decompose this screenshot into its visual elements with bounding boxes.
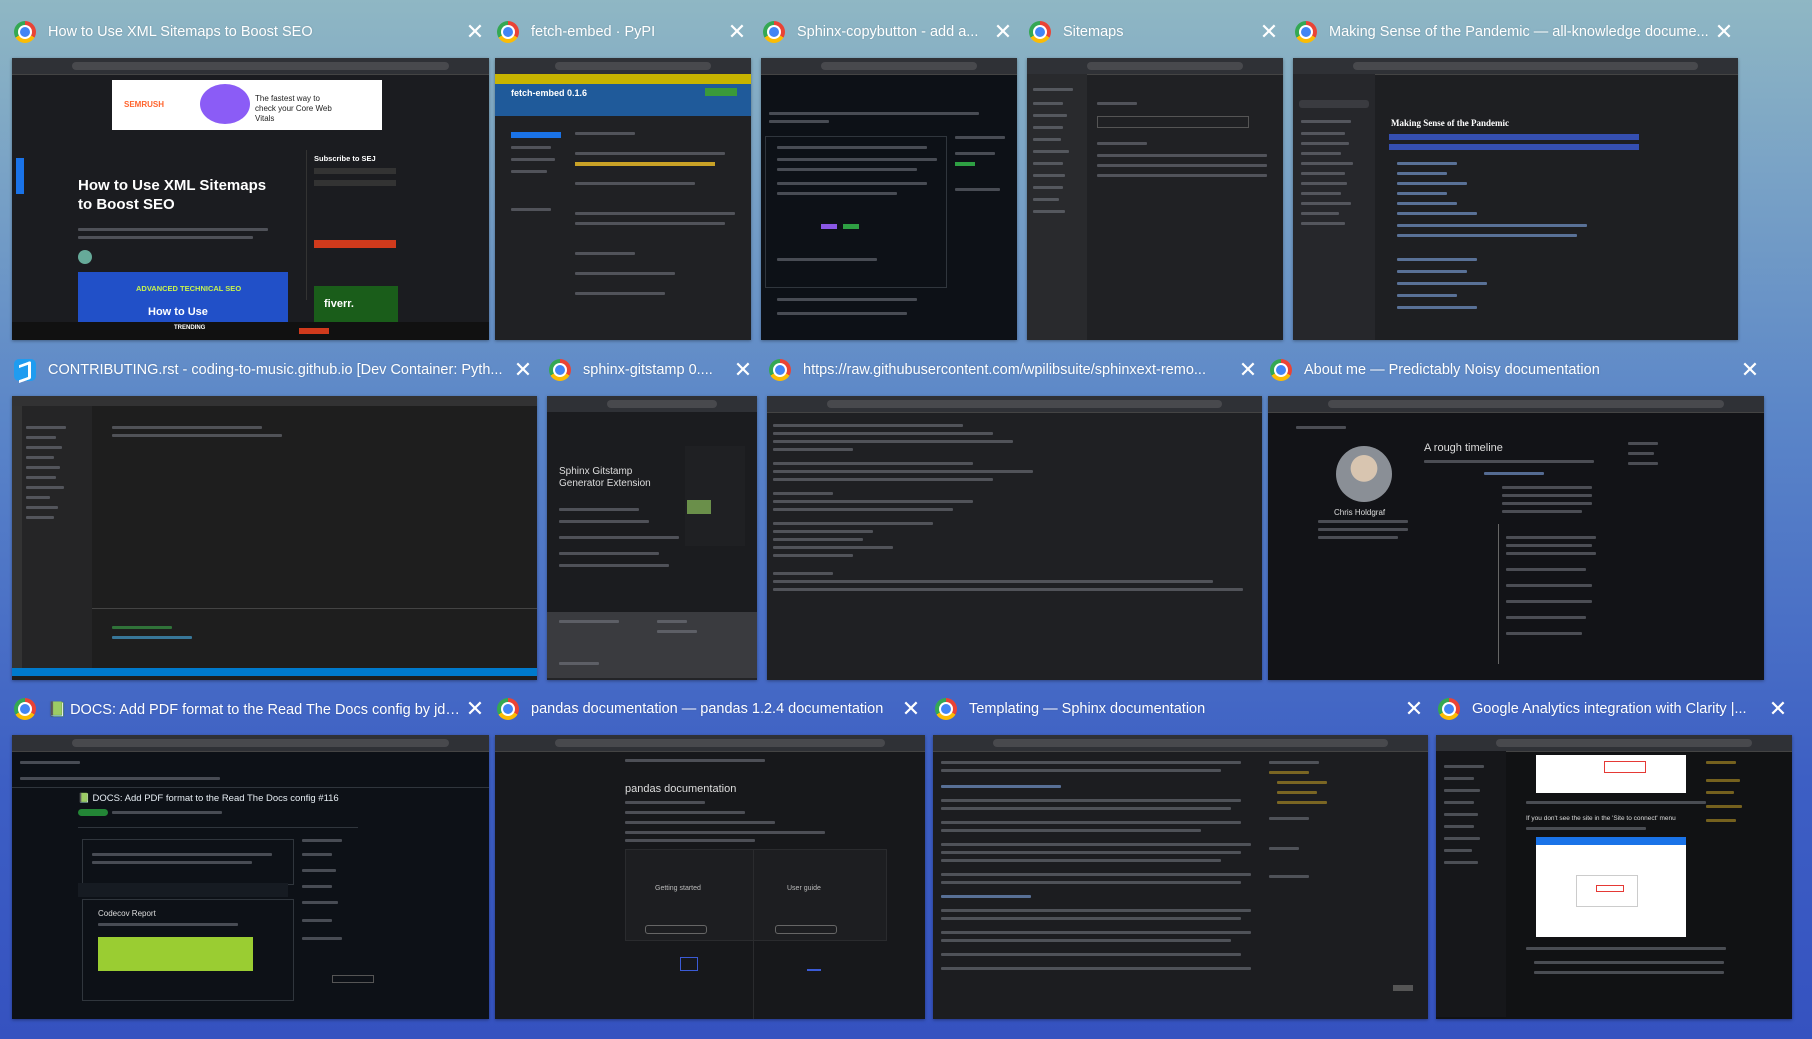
card-title: User guide [787,885,821,892]
window-preview[interactable] [767,396,1262,680]
window-header: sphinx-gitstamp 0.... ✕ [547,352,757,388]
window-header: pandas documentation — pandas 1.2.4 docu… [495,691,925,727]
chrome-icon [1270,359,1292,381]
window-thumbnail[interactable]: How to Use XML Sitemaps to Boost SEO ✕ S… [12,14,489,340]
window-thumbnail[interactable]: Sitemaps ✕ [1027,14,1283,340]
close-icon[interactable]: ✕ [463,697,487,721]
window-preview[interactable]: 📗 DOCS: Add PDF format to the Read The D… [12,735,489,1019]
window-preview[interactable] [1027,58,1283,340]
page-heading: A rough timeline [1424,442,1503,454]
close-icon[interactable]: ✕ [1236,358,1260,382]
ad-logo: SEMRUSH [124,100,165,109]
window-thumbnail[interactable]: 📗 DOCS: Add PDF format to the Read The D… [12,691,489,1019]
window-thumbnail[interactable]: https://raw.githubusercontent.com/wpilib… [767,352,1262,680]
card-title: Getting started [655,885,701,892]
package-title: fetch-embed 0.1.6 [511,88,588,98]
codecov-graph [98,937,253,971]
fiverr-ad: fiverr. [324,298,354,310]
window-thumbnail[interactable]: Templating — Sphinx documentation ✕ [933,691,1428,1019]
close-icon[interactable]: ✕ [463,20,487,44]
window-title: About me — Predictably Noisy documentati… [1304,362,1600,378]
window-preview[interactable]: fetch-embed 0.1.6 [495,58,751,340]
profile-name: Chris Holdgraf [1334,508,1386,517]
window-preview[interactable]: Sphinx Gitstamp Generator Extension [547,396,757,680]
window-thumbnail[interactable]: Making Sense of the Pandemic — all-knowl… [1293,14,1738,340]
window-preview[interactable] [12,396,537,680]
chrome-icon [497,21,519,43]
window-header: Templating — Sphinx documentation ✕ [933,691,1428,727]
page-heading: pandas documentation [625,783,737,795]
close-icon[interactable]: ✕ [1257,20,1281,44]
report-title: Codecov Report [98,909,156,918]
subscribe-heading: Subscribe to SEJ [314,154,376,163]
window-title: CONTRIBUTING.rst - coding-to-music.githu… [48,362,503,378]
page-heading: Sphinx Gitstamp Generator Extension [559,466,651,489]
window-thumbnail[interactable]: fetch-embed · PyPI ✕ fetch-embed 0.1.6 [495,14,751,340]
window-thumbnail[interactable]: sphinx-gitstamp 0.... ✕ Sphinx Gitstamp … [547,352,757,680]
article-banner-title: How to Use [148,306,208,318]
window-title: sphinx-gitstamp 0.... [583,362,713,378]
avatar [1336,446,1392,502]
window-title: Sitemaps [1063,24,1124,40]
window-thumbnail[interactable]: pandas documentation — pandas 1.2.4 docu… [495,691,925,1019]
page-heading: Making Sense of the Pandemic [1391,118,1509,128]
close-icon[interactable]: ✕ [1766,697,1790,721]
chrome-icon [763,21,785,43]
window-header: Making Sense of the Pandemic — all-knowl… [1293,14,1738,50]
window-preview[interactable]: Making Sense of the Pandemic [1293,58,1738,340]
window-thumbnail[interactable]: About me — Predictably Noisy documentati… [1268,352,1764,680]
window-title: How to Use XML Sitemaps to Boost SEO [48,24,313,40]
ad-text: The fastest way to check your Core Web V… [255,94,332,123]
close-icon[interactable]: ✕ [899,697,923,721]
window-title: pandas documentation — pandas 1.2.4 docu… [531,701,884,717]
window-header: 📗 DOCS: Add PDF format to the Read The D… [12,691,489,727]
window-preview[interactable]: SEMRUSH The fastest way to check your Co… [12,58,489,340]
window-preview[interactable] [933,735,1428,1019]
close-icon[interactable]: ✕ [1712,20,1736,44]
trending-label: TRENDING [174,325,206,331]
window-title: Templating — Sphinx documentation [969,701,1206,717]
close-icon[interactable]: ✕ [725,20,749,44]
close-icon[interactable]: ✕ [511,358,535,382]
window-header: How to Use XML Sitemaps to Boost SEO ✕ [12,14,489,50]
window-title: Google Analytics integration with Clarit… [1472,701,1747,717]
window-title: 📗 DOCS: Add PDF format to the Read The D… [48,701,463,718]
window-header: CONTRIBUTING.rst - coding-to-music.githu… [12,352,537,388]
window-thumbnail[interactable]: CONTRIBUTING.rst - coding-to-music.githu… [12,352,537,680]
window-preview[interactable]: pandas documentation Getting started Use… [495,735,925,1019]
vscode-icon [14,359,36,381]
close-icon[interactable]: ✕ [731,358,755,382]
chrome-icon [14,21,36,43]
window-header: https://raw.githubusercontent.com/wpilib… [767,352,1262,388]
close-icon[interactable]: ✕ [1738,358,1762,382]
window-header: fetch-embed · PyPI ✕ [495,14,751,50]
window-header: Sitemaps ✕ [1027,14,1283,50]
window-thumbnail[interactable]: Sphinx-copybutton - add a... ✕ [761,14,1017,340]
close-icon[interactable]: ✕ [1402,697,1426,721]
window-thumbnail[interactable]: Google Analytics integration with Clarit… [1436,691,1792,1019]
window-header: About me — Predictably Noisy documentati… [1268,352,1764,388]
article-banner-text: ADVANCED TECHNICAL SEO [136,284,242,293]
section-heading: If you don't see the site in the 'Site t… [1526,815,1676,822]
close-icon[interactable]: ✕ [991,20,1015,44]
window-title: https://raw.githubusercontent.com/wpilib… [803,362,1206,378]
chrome-icon [14,698,36,720]
chrome-icon [1029,21,1051,43]
pr-title: 📗 DOCS: Add PDF format to the Read The D… [78,793,339,804]
chrome-icon [497,698,519,720]
chrome-icon [935,698,957,720]
window-header: Google Analytics integration with Clarit… [1436,691,1792,727]
chrome-icon [1295,21,1317,43]
window-title: fetch-embed · PyPI [531,24,656,40]
window-preview[interactable] [761,58,1017,340]
article-headline: How to Use XML Sitemaps to Boost SEO [78,177,267,213]
window-title: Sphinx-copybutton - add a... [797,24,979,40]
chrome-icon [549,359,571,381]
chrome-icon [1438,698,1460,720]
window-preview[interactable]: Chris Holdgraf A rough timeline [1268,396,1764,680]
window-title: Making Sense of the Pandemic — all-knowl… [1329,24,1709,40]
chrome-icon [769,359,791,381]
window-header: Sphinx-copybutton - add a... ✕ [761,14,1017,50]
window-preview[interactable]: If you don't see the site in the 'Site t… [1436,735,1792,1019]
